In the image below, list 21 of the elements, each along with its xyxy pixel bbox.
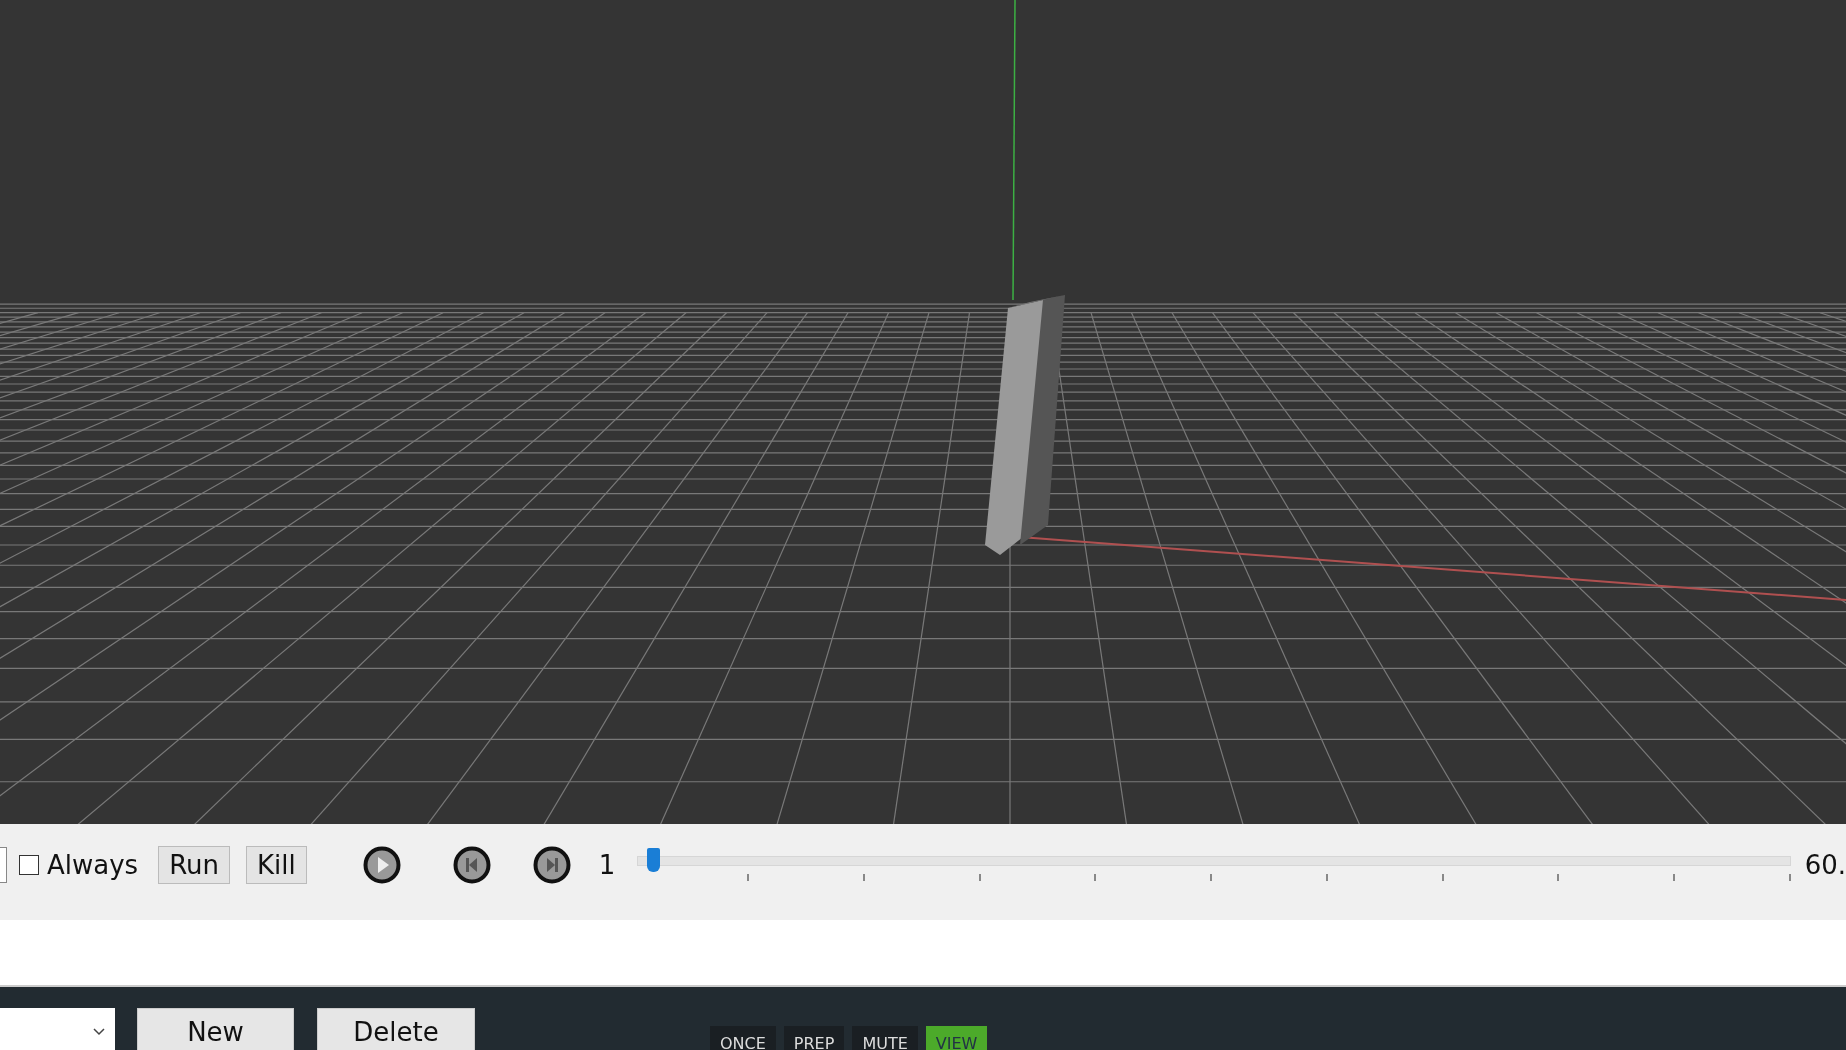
new-button[interactable]: New [137, 1008, 294, 1050]
next-frame-button[interactable] [532, 846, 571, 884]
mode-tab[interactable]: MUTE [852, 1026, 918, 1050]
3d-viewport[interactable] [0, 0, 1846, 824]
frame-end-label: 60. [1804, 850, 1846, 880]
frame-start-label: 1 [598, 850, 616, 880]
chevron-icon [93, 1028, 105, 1036]
field-edge[interactable] [0, 847, 7, 883]
mode-tab[interactable]: VIEW [925, 1026, 988, 1050]
mode-tab[interactable]: ONCE [710, 1026, 776, 1050]
mode-tab[interactable]: PREP [783, 1026, 845, 1050]
play-button[interactable] [362, 846, 401, 884]
slider-thumb[interactable] [646, 848, 660, 872]
previous-frame-button[interactable] [452, 846, 491, 884]
run-button[interactable]: Run [158, 846, 230, 884]
dropdown-field[interactable] [0, 1008, 115, 1050]
timeline-slider[interactable] [637, 848, 1791, 882]
delete-button[interactable]: Delete [317, 1008, 475, 1050]
always-label: Always [47, 850, 139, 880]
checkbox[interactable] [19, 855, 39, 875]
kill-button[interactable]: Kill [246, 846, 307, 884]
